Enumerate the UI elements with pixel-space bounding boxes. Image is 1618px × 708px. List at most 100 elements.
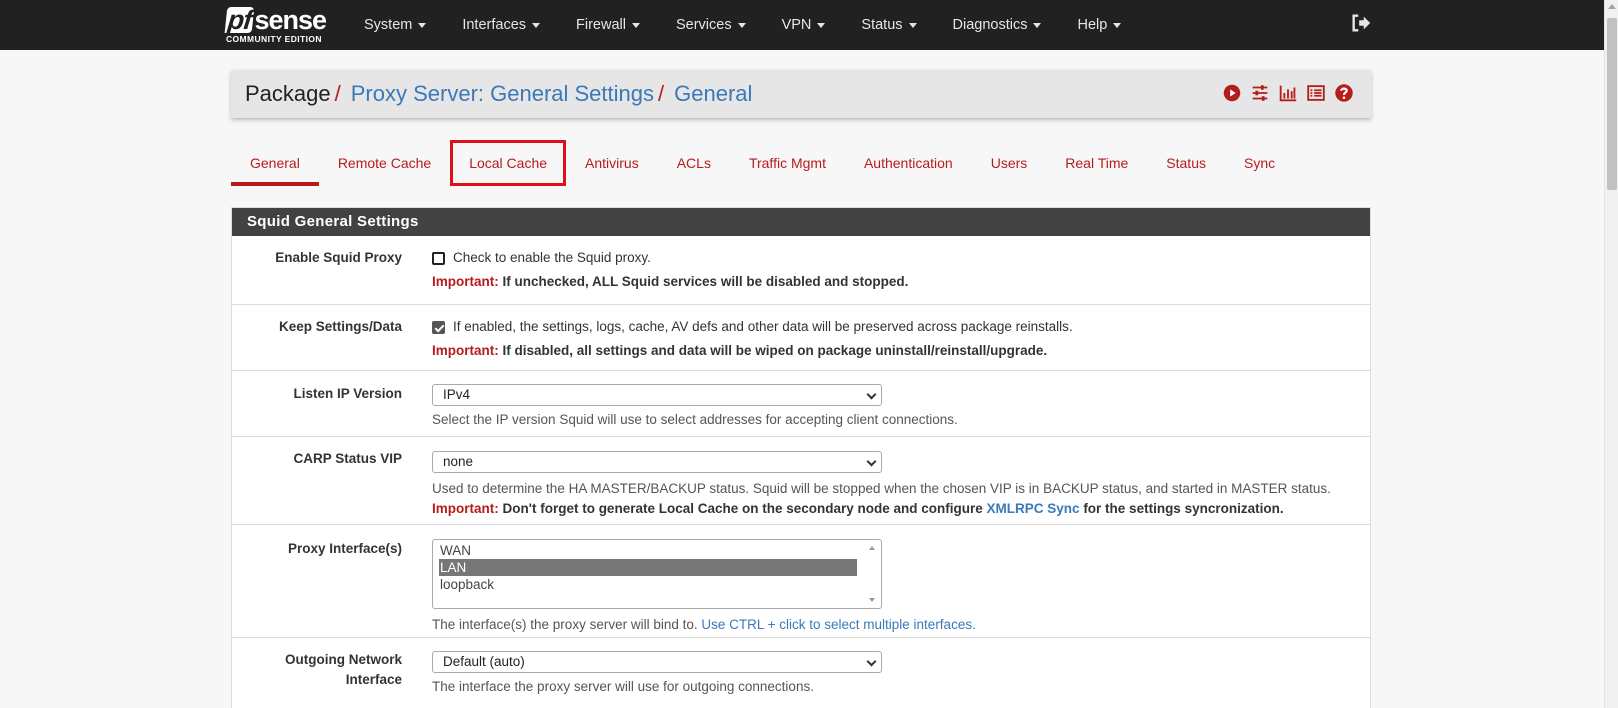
keep-settings-important: Important: If disabled, all settings and… — [432, 341, 1350, 361]
important-suffix: for the settings syncronization. — [1079, 501, 1284, 516]
listen-ip-help: Select the IP version Squid will use to … — [432, 412, 958, 427]
caret-down-icon — [1033, 23, 1042, 28]
listbox-option-lan[interactable]: LAN — [439, 559, 857, 576]
caret-down-icon — [418, 23, 427, 28]
row-carp-vip: CARP Status VIP none Used to determine t… — [232, 436, 1370, 524]
caret-down-icon — [817, 23, 826, 28]
nav-label: Help — [1077, 17, 1108, 33]
top-navbar: pfsense COMMUNITY EDITION System Interfa… — [0, 0, 1604, 50]
nav-status[interactable]: Status — [843, 0, 934, 50]
important-text: If disabled, all settings and data will … — [498, 343, 1048, 358]
tab-authentication[interactable]: Authentication — [845, 140, 972, 186]
important-prefix: Important: — [432, 501, 499, 516]
outgoing-interface-label: Outgoing Network Interface — [232, 650, 402, 690]
tab-users[interactable]: Users — [972, 140, 1047, 186]
nav-interfaces[interactable]: Interfaces — [444, 0, 558, 50]
outgoing-interface-label-line1: Outgoing Network — [285, 652, 402, 667]
important-text: If unchecked, ALL Squid services will be… — [498, 274, 909, 289]
pfsense-logo[interactable]: pfsense COMMUNITY EDITION — [224, 4, 332, 46]
tab-traffic-mgmt[interactable]: Traffic Mgmt — [730, 140, 845, 186]
nav-help[interactable]: Help — [1059, 0, 1139, 50]
outgoing-interface-help: The interface the proxy server will use … — [432, 679, 814, 694]
multi-select-hint-link[interactable]: Use CTRL + click to select multiple inte… — [701, 617, 975, 632]
keep-settings-checkbox[interactable] — [432, 320, 445, 334]
nav-label: Firewall — [576, 17, 626, 33]
page-scrollbar[interactable] — [1604, 0, 1618, 708]
select-value: IPv4 — [443, 387, 471, 402]
tab-antivirus[interactable]: Antivirus — [566, 140, 658, 186]
carp-vip-select[interactable]: none — [432, 451, 882, 473]
tab-acls[interactable]: ACLs — [658, 140, 730, 186]
panel-title: Squid General Settings — [232, 208, 1370, 236]
scrollbar-thumb[interactable] — [1607, 18, 1617, 190]
proxy-interfaces-listbox[interactable]: WAN LAN loopback — [432, 539, 882, 609]
carp-vip-label: CARP Status VIP — [293, 451, 402, 466]
caret-down-icon — [1113, 23, 1122, 28]
proxy-interfaces-label: Proxy Interface(s) — [287, 541, 402, 556]
tab-bar: General Remote Cache Local Cache Antivir… — [231, 140, 1294, 186]
sliders-icon[interactable] — [1249, 82, 1271, 104]
row-listen-ip: Listen IP Version IPv4 Select the IP ver… — [232, 370, 1370, 436]
nav-system[interactable]: System — [346, 0, 444, 50]
tab-general[interactable]: General — [231, 140, 319, 186]
row-keep-settings: Keep Settings/Data If enabled, the setti… — [232, 304, 1370, 370]
breadcrumb: Package / Proxy Server: General Settings… — [245, 70, 752, 118]
tab-status[interactable]: Status — [1147, 140, 1225, 186]
breadcrumb-actions — [1221, 82, 1355, 104]
chevron-down-icon — [866, 656, 877, 667]
enable-squid-checkbox[interactable] — [432, 251, 445, 265]
listen-ip-select[interactable]: IPv4 — [432, 384, 882, 406]
nav-label: Diagnostics — [952, 17, 1028, 33]
nav-services[interactable]: Services — [658, 0, 764, 50]
caret-down-icon — [908, 23, 917, 28]
nav-firewall[interactable]: Firewall — [558, 0, 658, 50]
play-circle-icon[interactable] — [1221, 82, 1243, 104]
help-circle-icon[interactable] — [1333, 82, 1355, 104]
tab-remote-cache[interactable]: Remote Cache — [319, 140, 450, 186]
tab-sync[interactable]: Sync — [1225, 140, 1294, 186]
caret-down-icon — [737, 23, 746, 28]
caret-down-icon — [532, 23, 541, 28]
squid-general-settings-panel: Squid General Settings Enable Squid Prox… — [231, 207, 1371, 708]
nav-diagnostics[interactable]: Diagnostics — [935, 0, 1060, 50]
tab-real-time[interactable]: Real Time — [1046, 140, 1147, 186]
breadcrumb-separator: / — [334, 81, 341, 106]
important-prefix: Important: — [432, 343, 499, 358]
breadcrumb-proxy-settings[interactable]: Proxy Server: General Settings — [351, 81, 654, 107]
listbox-scroll-up-icon[interactable] — [869, 546, 875, 550]
carp-vip-help: Used to determine the HA MASTER/BACKUP s… — [432, 481, 1331, 496]
breadcrumb-separator: / — [658, 81, 665, 106]
breadcrumb-general[interactable]: General — [674, 81, 752, 107]
listbox-scroll-down-icon[interactable] — [869, 598, 875, 602]
logo-edition: COMMUNITY EDITION — [226, 34, 322, 44]
listbox-option-loopback[interactable]: loopback — [439, 576, 857, 593]
carp-vip-important: Important: Don't forget to generate Loca… — [432, 499, 1350, 519]
listbox-option-wan[interactable]: WAN — [439, 542, 857, 559]
bar-chart-icon[interactable] — [1277, 82, 1299, 104]
logo-pf: pf — [224, 5, 255, 35]
tab-local-cache[interactable]: Local Cache — [450, 140, 567, 186]
enable-squid-important: Important: If unchecked, ALL Squid servi… — [432, 272, 1350, 292]
keep-settings-option: If enabled, the settings, logs, cache, A… — [432, 317, 1350, 337]
row-enable-squid: Enable Squid Proxy Check to enable the S… — [232, 236, 1370, 304]
enable-squid-option: Check to enable the Squid proxy. — [432, 248, 1350, 268]
nav-label: VPN — [781, 17, 812, 33]
nav-label: System — [364, 17, 413, 33]
select-value: Default (auto) — [443, 654, 525, 669]
outgoing-interface-select[interactable]: Default (auto) — [432, 651, 882, 673]
xmlrpc-sync-link[interactable]: XMLRPC Sync — [987, 501, 1080, 516]
logout-icon[interactable] — [1350, 12, 1372, 34]
row-outgoing-interface: Outgoing Network Interface Default (auto… — [232, 637, 1370, 708]
enable-squid-label: Enable Squid Proxy — [275, 250, 402, 265]
row-proxy-interfaces: Proxy Interface(s) WAN LAN loopback The … — [232, 524, 1370, 637]
keep-settings-text: If enabled, the settings, logs, cache, A… — [453, 319, 1073, 334]
nav-label: Services — [675, 17, 732, 33]
list-icon[interactable] — [1305, 82, 1327, 104]
chevron-down-icon — [866, 456, 877, 467]
caret-down-icon — [631, 23, 640, 28]
nav-label: Status — [861, 17, 903, 33]
scroll-up-icon[interactable] — [1608, 4, 1616, 9]
nav-vpn[interactable]: VPN — [764, 0, 844, 50]
select-value: none — [443, 454, 474, 469]
enable-squid-text: Check to enable the Squid proxy. — [453, 250, 651, 265]
